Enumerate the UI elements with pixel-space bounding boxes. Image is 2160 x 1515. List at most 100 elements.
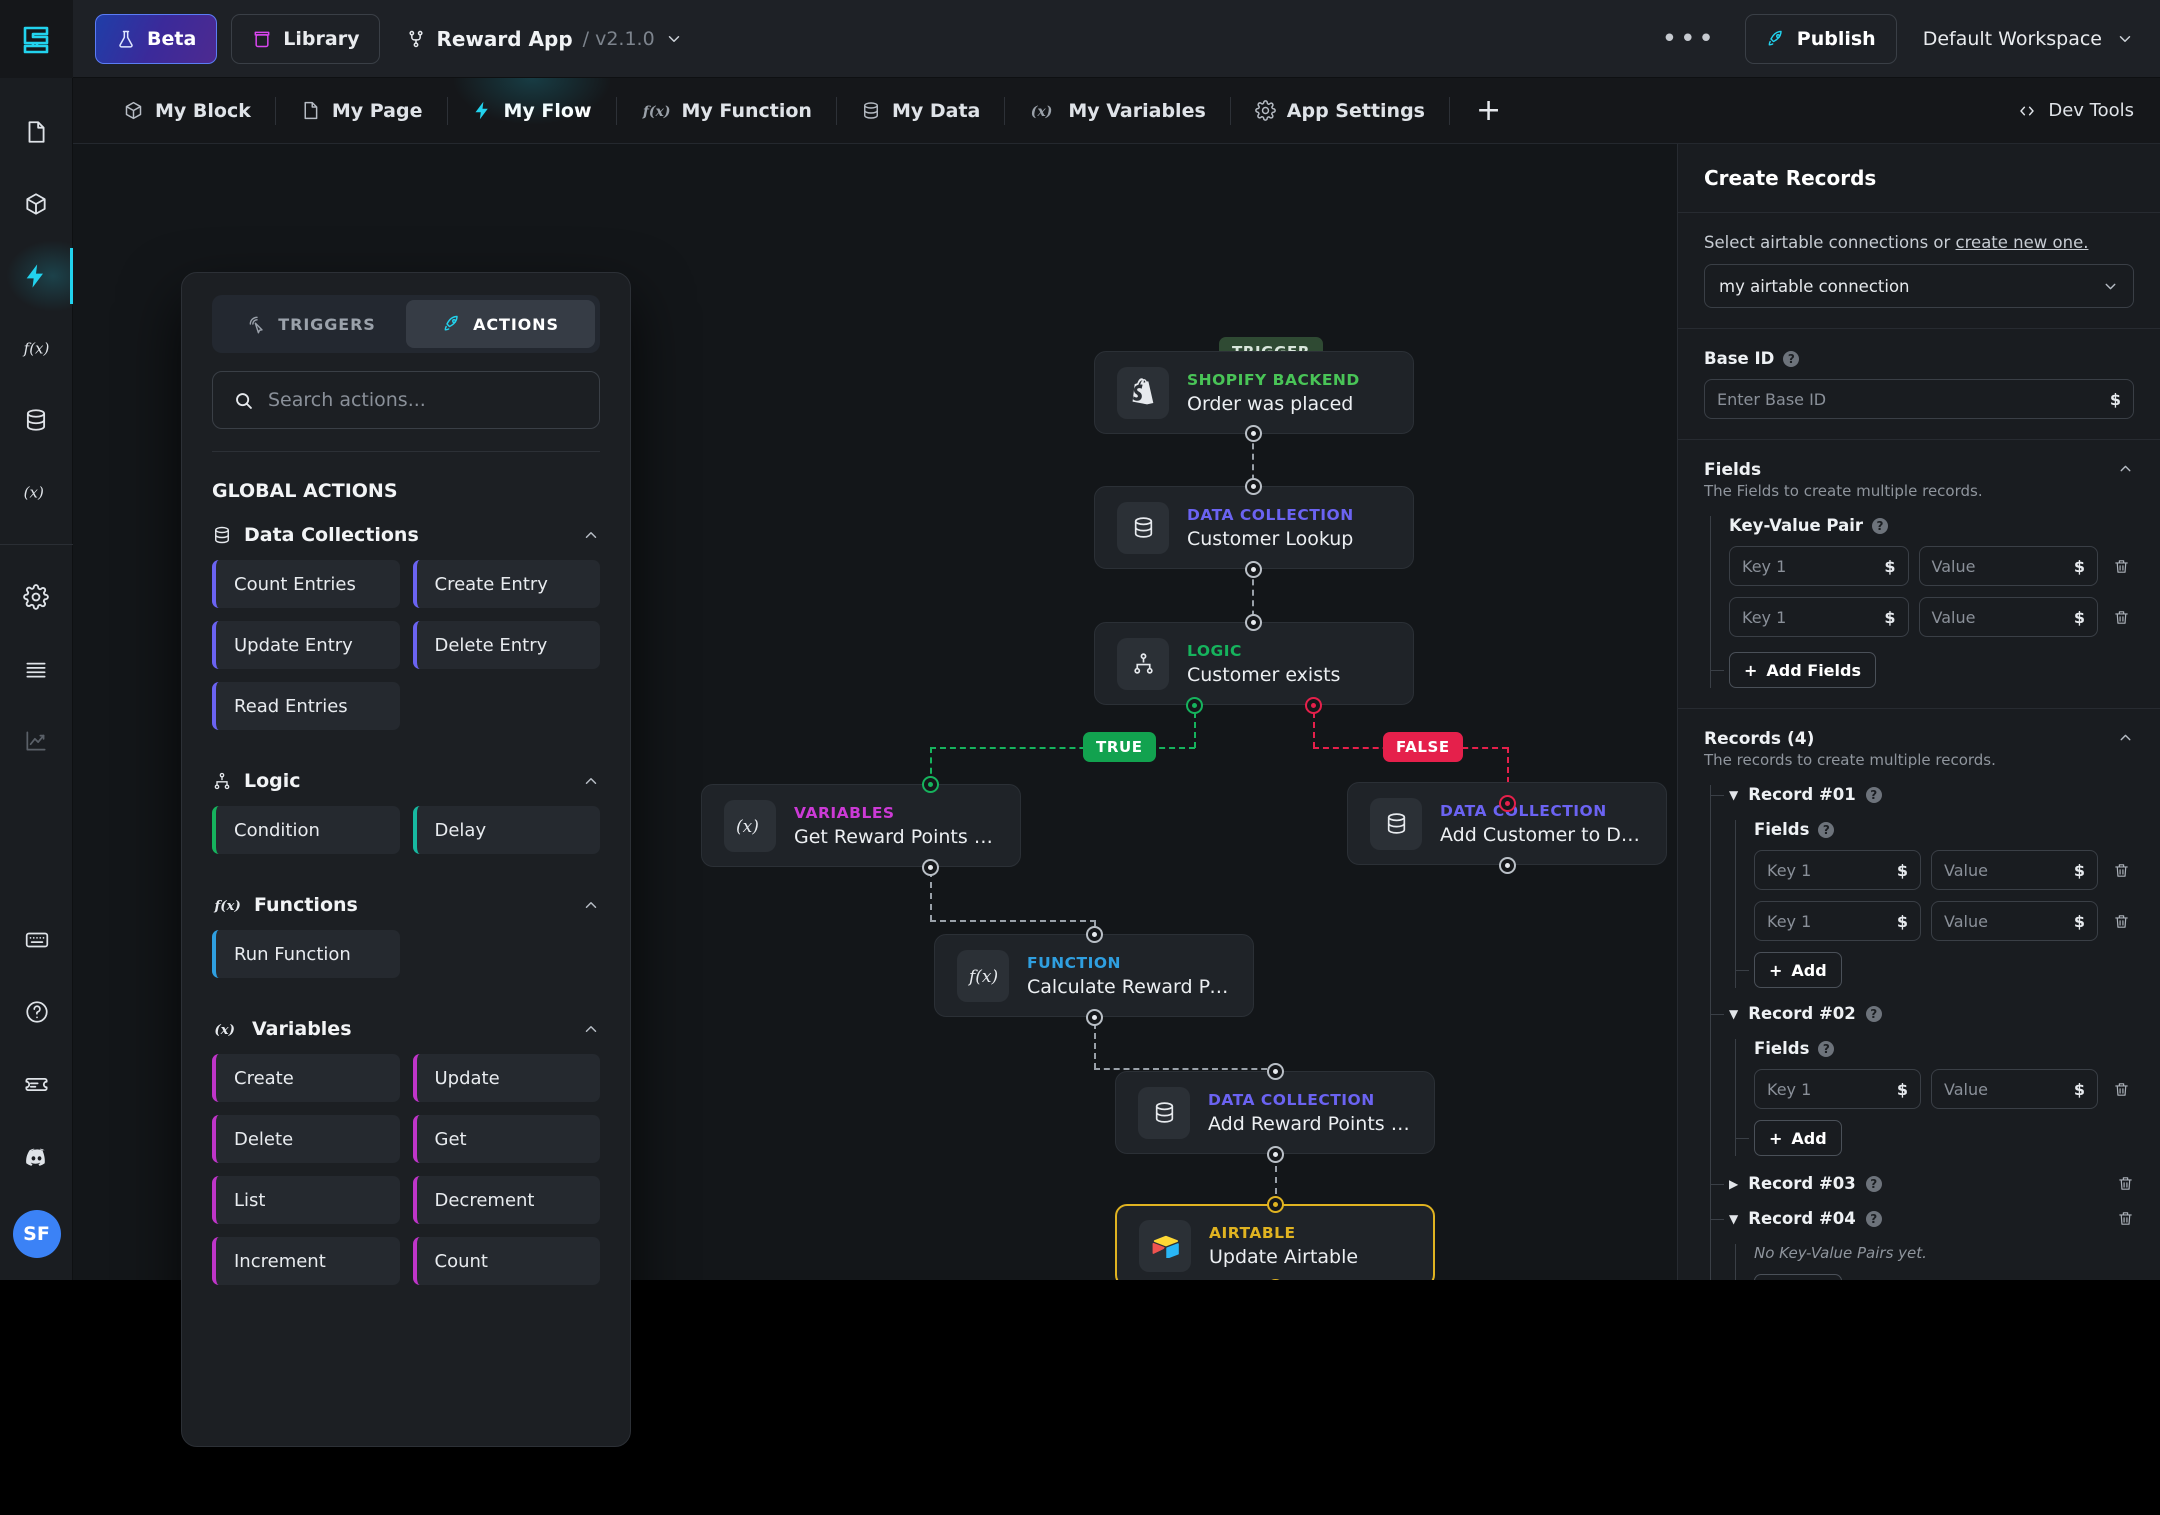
rail-item-keyboard[interactable]	[0, 904, 73, 976]
action-variable-create[interactable]: Create	[212, 1054, 400, 1102]
help-icon[interactable]: ?	[1866, 1006, 1882, 1022]
group-header-logic[interactable]: Logic	[212, 770, 600, 792]
dollar-icon[interactable]: $	[1884, 608, 1895, 627]
flow-node-calculate-reward-points[interactable]: f(x) FUNCTION Calculate Reward Points	[934, 934, 1254, 1017]
workspace-selector[interactable]: Default Workspace	[1923, 28, 2134, 50]
rail-item-page[interactable]	[0, 96, 73, 168]
flow-node-customer-exists[interactable]: LOGIC Customer exists	[1094, 622, 1414, 705]
base-id-input[interactable]: Enter Base ID $	[1704, 379, 2134, 419]
dollar-icon[interactable]: $	[1897, 1080, 1908, 1099]
rail-item-data[interactable]	[0, 384, 73, 456]
tab-my-function[interactable]: f(x) My Function	[617, 78, 836, 144]
action-variable-count[interactable]: Count	[413, 1237, 601, 1285]
value-input[interactable]: Value$	[1919, 597, 2099, 637]
tab-my-flow[interactable]: My Flow	[448, 78, 616, 144]
add-fields-button[interactable]: + Add Fields	[1729, 652, 1876, 688]
connection-select[interactable]: my airtable connection	[1704, 264, 2134, 308]
port-in-function[interactable]	[1086, 926, 1103, 943]
publish-button[interactable]: Publish	[1745, 14, 1897, 64]
chevron-up-icon[interactable]	[2117, 729, 2134, 746]
action-variable-increment[interactable]: Increment	[212, 1237, 400, 1285]
group-header-data-collections[interactable]: Data Collections	[212, 524, 600, 546]
flow-node-customer-lookup[interactable]: DATA COLLECTION Customer Lookup	[1094, 486, 1414, 569]
port-in-add-customer[interactable]	[1499, 795, 1516, 812]
help-icon[interactable]: ?	[1866, 787, 1882, 803]
delete-record-button[interactable]	[2117, 1175, 2134, 1192]
dollar-icon[interactable]: $	[2074, 861, 2085, 880]
delete-row-button[interactable]	[2108, 609, 2134, 626]
port-out-lookup[interactable]	[1245, 561, 1262, 578]
flow-node-update-airtable[interactable]: AIRTABLE Update Airtable	[1115, 1204, 1435, 1280]
tab-app-settings[interactable]: App Settings	[1231, 78, 1449, 144]
action-variable-get[interactable]: Get	[413, 1115, 601, 1163]
delete-row-button[interactable]	[2108, 1081, 2134, 1098]
action-run-function[interactable]: Run Function	[212, 930, 400, 978]
action-create-entry[interactable]: Create Entry	[413, 560, 601, 608]
port-out-false[interactable]	[1305, 697, 1322, 714]
port-out-shopify[interactable]	[1245, 425, 1262, 442]
key-input[interactable]: Key 1$	[1754, 1069, 1921, 1109]
group-header-variables[interactable]: (x) Variables	[212, 1018, 600, 1040]
port-in-balance[interactable]	[1267, 1063, 1284, 1080]
key-input[interactable]: Key 1$	[1754, 850, 1921, 890]
value-input[interactable]: Value$	[1931, 901, 2098, 941]
dollar-icon[interactable]: $	[2074, 557, 2085, 576]
help-icon[interactable]: ?	[1866, 1176, 1882, 1192]
tab-triggers[interactable]: TRIGGERS	[217, 300, 406, 348]
action-update-entry[interactable]: Update Entry	[212, 621, 400, 669]
action-condition[interactable]: Condition	[212, 806, 400, 854]
library-button[interactable]: Library	[231, 14, 380, 64]
tab-actions[interactable]: ACTIONS	[406, 300, 595, 348]
create-connection-link[interactable]: create new one.	[1956, 233, 2089, 252]
port-in-lookup[interactable]	[1245, 478, 1262, 495]
app-logo[interactable]	[0, 0, 73, 78]
rail-item-variables[interactable]: (x)	[0, 456, 73, 528]
action-variable-delete[interactable]: Delete	[212, 1115, 400, 1163]
dollar-icon[interactable]: $	[2110, 390, 2121, 409]
add-field-button[interactable]: + Add	[1754, 1120, 1842, 1156]
add-field-button[interactable]: + Add	[1754, 952, 1842, 988]
search-input[interactable]	[268, 389, 579, 411]
search-actions-field[interactable]	[212, 371, 600, 429]
key-input[interactable]: Key 1$	[1729, 546, 1909, 586]
port-in-logic[interactable]	[1245, 614, 1262, 631]
flow-node-add-reward-points[interactable]: DATA COLLECTION Add Reward Points to Bal…	[1115, 1071, 1435, 1154]
port-out-true[interactable]	[1186, 697, 1203, 714]
rail-item-ticket[interactable]	[0, 1048, 73, 1120]
value-input[interactable]: Value$	[1931, 850, 2098, 890]
action-variable-decrement[interactable]: Decrement	[413, 1176, 601, 1224]
tab-my-page[interactable]: My Page	[276, 78, 447, 144]
key-input[interactable]: Key 1$	[1754, 901, 1921, 941]
app-name-selector[interactable]: Reward App / v2.1.0	[406, 27, 682, 51]
port-out-variables[interactable]	[922, 859, 939, 876]
avatar[interactable]: SF	[13, 1210, 61, 1258]
record-header[interactable]: ▼ Record #04 ?	[1729, 1209, 2134, 1228]
flow-node-shopify-trigger[interactable]: SHOPIFY BACKEND Order was placed	[1094, 351, 1414, 434]
more-options-button[interactable]: •••	[1648, 26, 1731, 52]
record-header[interactable]: ▶ Record #03 ?	[1729, 1174, 2134, 1193]
key-input[interactable]: Key 1$	[1729, 597, 1909, 637]
help-icon[interactable]: ?	[1818, 1041, 1834, 1057]
delete-record-button[interactable]	[2117, 1210, 2134, 1227]
delete-row-button[interactable]	[2108, 558, 2134, 575]
action-variable-update[interactable]: Update	[413, 1054, 601, 1102]
port-out-add-customer[interactable]	[1499, 857, 1516, 874]
tab-my-block[interactable]: My Block	[99, 78, 275, 144]
chevron-up-icon[interactable]	[2117, 460, 2134, 477]
record-header[interactable]: ▼ Record #01 ?	[1729, 785, 2134, 804]
dev-tools-button[interactable]: Dev Tools	[2016, 100, 2134, 121]
port-out-function[interactable]	[1086, 1009, 1103, 1026]
action-count-entries[interactable]: Count Entries	[212, 560, 400, 608]
help-icon[interactable]: ?	[1872, 518, 1888, 534]
value-input[interactable]: Value$	[1919, 546, 2099, 586]
delete-row-button[interactable]	[2108, 862, 2134, 879]
rail-item-settings[interactable]	[0, 561, 73, 633]
group-header-functions[interactable]: f(x) Functions	[212, 894, 600, 916]
dollar-icon[interactable]: $	[2074, 1080, 2085, 1099]
port-in-airtable[interactable]	[1267, 1196, 1284, 1213]
help-icon[interactable]: ?	[1818, 822, 1834, 838]
rail-item-block[interactable]	[0, 168, 73, 240]
port-in-variables[interactable]	[922, 776, 939, 793]
dollar-icon[interactable]: $	[1897, 912, 1908, 931]
rail-item-function[interactable]: f(x)	[0, 312, 73, 384]
